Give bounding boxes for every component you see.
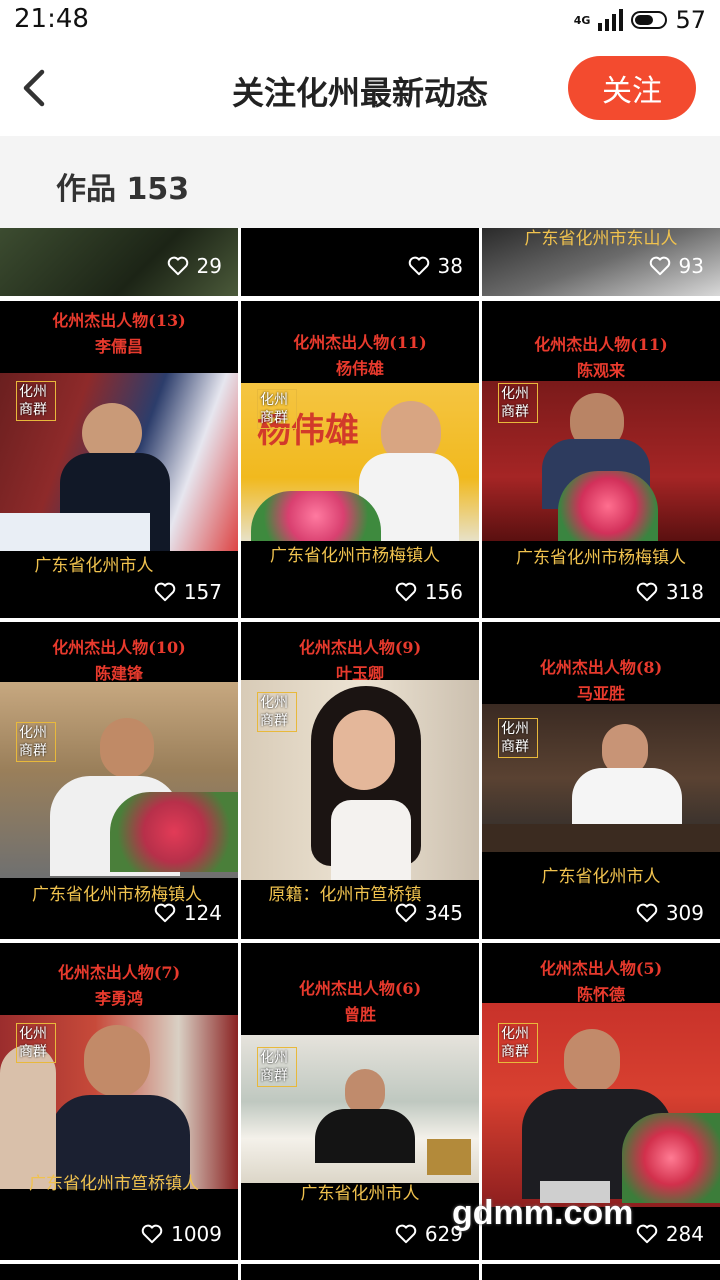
- watermark-badge: 化州商群: [257, 1047, 297, 1087]
- card-title: 化州杰出人物(8): [539, 658, 663, 677]
- card-caption: 广东省化州市人: [541, 867, 661, 887]
- video-grid: 29 38 广东省化州市东山人 93 化州杰出人物(13) 李儒昌 化州商群 广…: [0, 228, 720, 1280]
- like-count-value: 309: [665, 901, 704, 925]
- like-count: 38: [408, 254, 463, 278]
- watermark-badge: 化州商群: [16, 1023, 56, 1063]
- card-title: 化州杰出人物(5): [539, 959, 663, 978]
- like-count-value: 345: [424, 901, 463, 925]
- card-person-name: 李勇鸿: [94, 989, 143, 1008]
- status-icons: 4G 57: [574, 6, 706, 34]
- site-watermark: gdmm.com: [452, 1194, 634, 1232]
- like-count: 309: [636, 901, 704, 925]
- signal-icon: [598, 9, 624, 31]
- thumbnail-image: [0, 682, 238, 878]
- like-count: 93: [649, 254, 704, 278]
- watermark-badge: 化州商群: [498, 1023, 538, 1063]
- like-count-value: 156: [424, 580, 463, 604]
- top-nav: 关注化州最新动态 关注: [0, 40, 720, 136]
- heart-icon: [154, 582, 176, 602]
- like-count: 1009: [141, 1222, 222, 1246]
- card-person-name: 陈建锋: [94, 664, 143, 683]
- card-person-name: 陈观来: [576, 361, 625, 380]
- works-count-label: 作品 153: [56, 172, 190, 207]
- card-title: 化州杰出人物(11): [293, 333, 427, 352]
- heart-icon: [395, 1224, 417, 1244]
- heart-icon: [649, 256, 670, 276]
- like-count-value: 29: [196, 254, 222, 278]
- watermark-badge: 化州商群: [257, 389, 297, 429]
- card-caption: 广东省化州市东山人: [524, 229, 678, 249]
- card-title: 化州杰出人物(6): [298, 979, 422, 998]
- like-count-value: 318: [665, 580, 704, 604]
- heart-icon: [636, 903, 658, 923]
- like-count: 29: [167, 254, 222, 278]
- video-card[interactable]: [0, 1264, 238, 1280]
- video-card[interactable]: 化州杰出人物(13) 李儒昌 化州商群 广东省化州市人 157: [0, 301, 238, 618]
- video-card[interactable]: 化州杰出人物(6) 曾胜 化州商群 广东省化州市人 629: [241, 943, 479, 1260]
- card-person-name: 曾胜: [343, 1005, 376, 1024]
- heart-icon: [636, 1224, 658, 1244]
- video-card[interactable]: 38: [241, 228, 479, 296]
- follow-button[interactable]: 关注: [568, 56, 696, 120]
- card-caption: 广东省化州市杨梅镇人: [516, 548, 686, 568]
- card-title: 化州杰出人物(7): [57, 963, 181, 982]
- like-count-value: 38: [437, 254, 463, 278]
- like-count-value: 157: [183, 580, 222, 604]
- status-bar: 21:48 4G 57: [0, 0, 720, 40]
- watermark-badge: 化州商群: [257, 692, 297, 732]
- card-caption: 广东省化州市人: [34, 556, 154, 576]
- card-person-name: 马亚胜: [576, 684, 625, 703]
- card-caption: 广东省化州市人: [300, 1184, 420, 1204]
- card-title: 化州杰出人物(11): [534, 335, 668, 354]
- video-card[interactable]: 广东省化州市东山人 93: [482, 228, 720, 296]
- video-card[interactable]: 化州杰出人物(11) 陈观来 化州商群 广东省化州市杨梅镇人 318: [482, 301, 720, 618]
- like-count: 284: [636, 1222, 704, 1246]
- video-card[interactable]: 化州杰出人物(9) 叶玉卿 化州商群 原籍：化州市笪桥镇 345: [241, 622, 479, 939]
- heart-icon: [395, 582, 417, 602]
- watermark-badge: 化州商群: [498, 383, 538, 423]
- battery-level: 57: [675, 6, 706, 34]
- video-card[interactable]: 化州杰出人物(10) 陈建锋 化州商群 广东省化州市杨梅镇人 124: [0, 622, 238, 939]
- like-count: 156: [395, 580, 463, 604]
- card-title: 化州杰出人物(9): [298, 638, 422, 657]
- card-person-name: 杨伟雄: [335, 359, 384, 378]
- like-count-value: 1009: [171, 1222, 222, 1246]
- video-card[interactable]: 化州杰出人物(11) 杨伟雄 杨伟雄 化州商群 广东省化州市杨梅镇人 156: [241, 301, 479, 618]
- like-count-value: 93: [678, 254, 704, 278]
- status-time: 21:48: [14, 4, 89, 34]
- battery-icon: [631, 11, 668, 29]
- video-card[interactable]: 化州杰出人物(7) 李勇鸿 化州商群 广东省化州市笪桥镇人 1009: [0, 943, 238, 1260]
- like-count-value: 124: [183, 901, 222, 925]
- card-title: 化州杰出人物(13): [52, 311, 186, 330]
- card-title: 化州杰出人物(10): [52, 638, 186, 657]
- card-caption: 广东省化州市杨梅镇人: [270, 546, 440, 566]
- heart-icon: [408, 256, 429, 276]
- watermark-badge: 化州商群: [498, 718, 538, 758]
- like-count: 318: [636, 580, 704, 604]
- works-count-bar: 作品 153: [0, 136, 720, 228]
- video-card[interactable]: [482, 1264, 720, 1280]
- card-person-name: 陈怀德: [576, 985, 625, 1004]
- like-count: 124: [154, 901, 222, 925]
- like-count-value: 284: [665, 1222, 704, 1246]
- like-count: 345: [395, 901, 463, 925]
- watermark-badge: 化州商群: [16, 722, 56, 762]
- heart-icon: [167, 256, 188, 276]
- watermark-badge: 化州商群: [16, 381, 56, 421]
- like-count: 157: [154, 580, 222, 604]
- video-card[interactable]: 化州杰出人物(8) 马亚胜 化州商群 广东省化州市人 309: [482, 622, 720, 939]
- video-card[interactable]: [241, 1264, 479, 1280]
- video-card[interactable]: 29: [0, 228, 238, 296]
- card-caption: 广东省化州市笪桥镇人: [29, 1174, 199, 1194]
- network-type: 4G: [573, 13, 591, 27]
- heart-icon: [636, 582, 658, 602]
- card-person-name: 李儒昌: [94, 337, 143, 356]
- heart-icon: [141, 1224, 163, 1244]
- heart-icon: [395, 903, 417, 923]
- heart-icon: [154, 903, 176, 923]
